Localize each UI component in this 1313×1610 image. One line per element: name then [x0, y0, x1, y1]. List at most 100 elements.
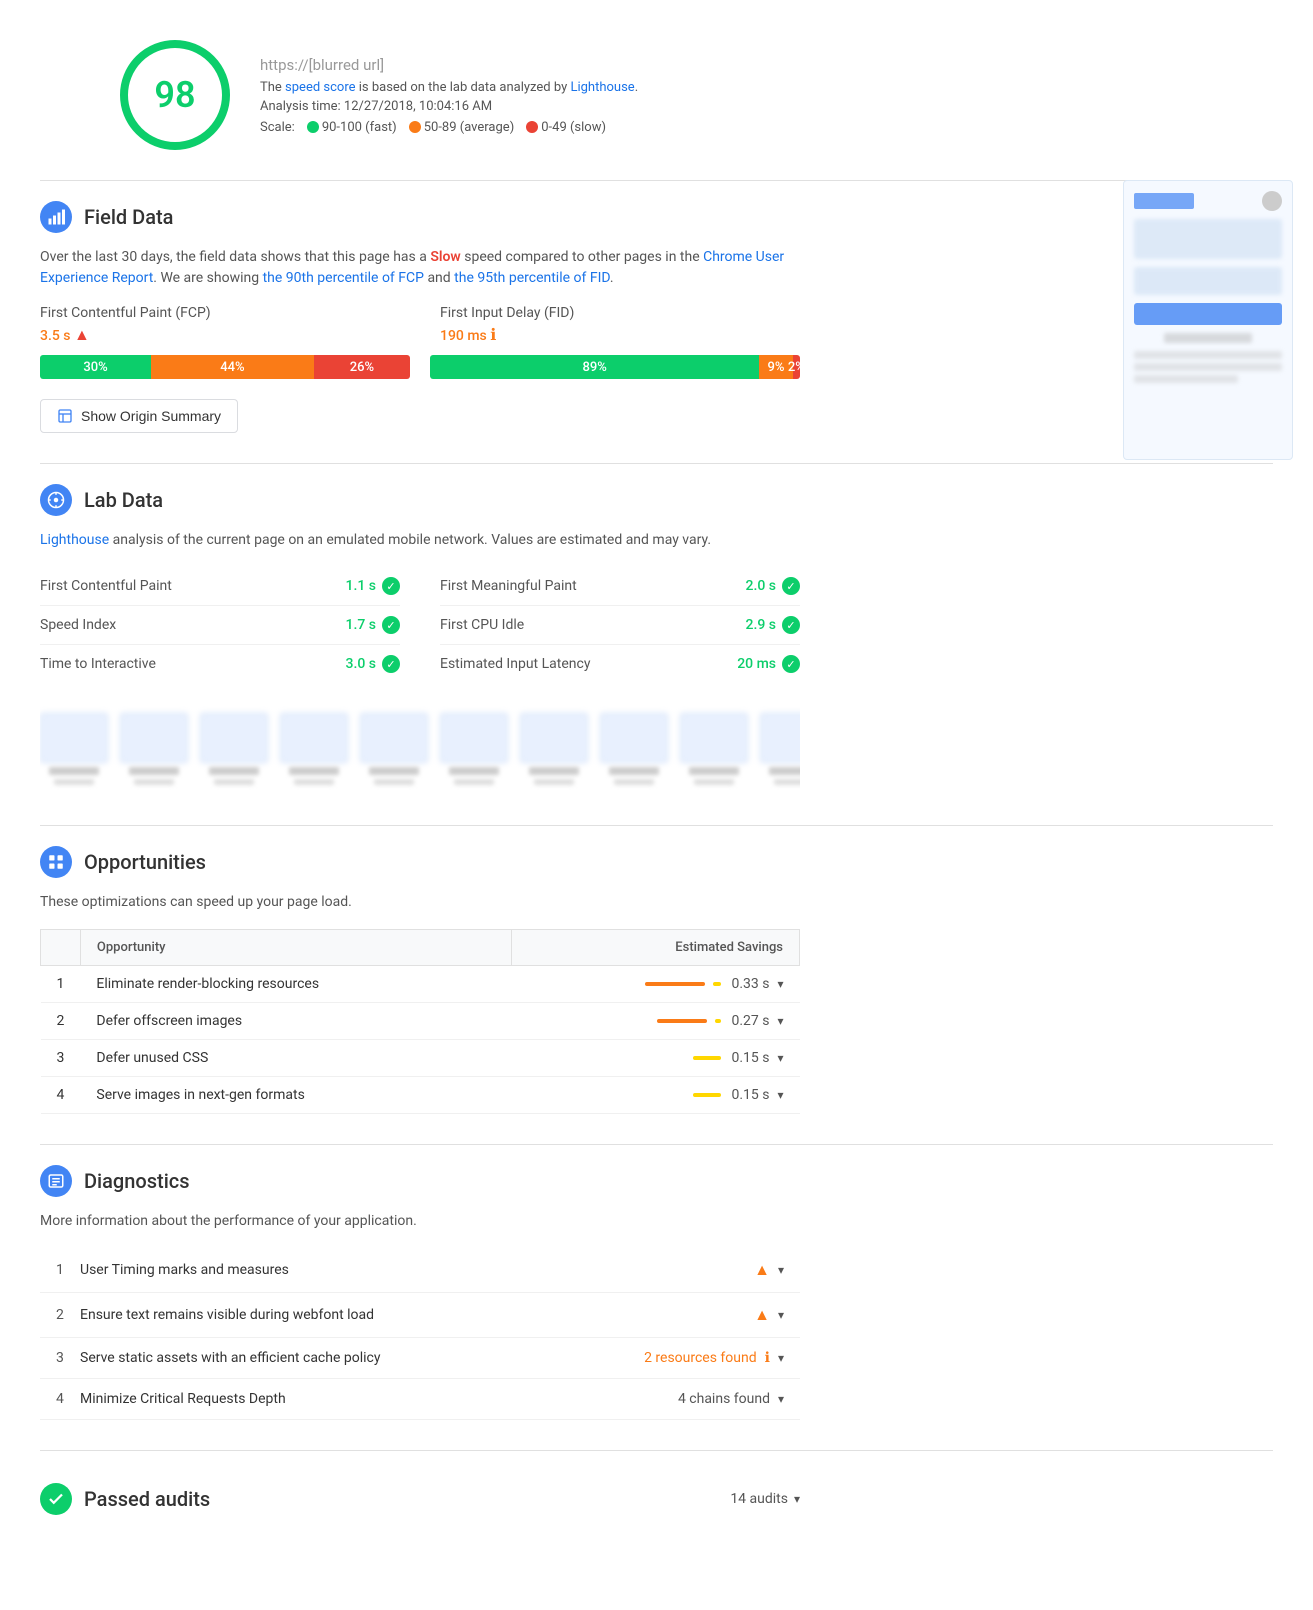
- opp-row-2: 2 Defer offscreen images 0.27 s ▾: [41, 1003, 800, 1040]
- diag-chevron-4[interactable]: ▾: [778, 1392, 784, 1406]
- fid-info-icon: ℹ: [490, 325, 496, 344]
- opportunities-desc: These optimizations can speed up your pa…: [40, 892, 800, 913]
- opp-chevron-4[interactable]: ▾: [777, 1088, 783, 1102]
- fid-value: 190 ms ℹ: [440, 325, 800, 344]
- lab-data-desc: Lighthouse analysis of the current page …: [40, 530, 800, 551]
- show-origin-button[interactable]: Show Origin Summary: [40, 399, 238, 433]
- opp-chevron-2[interactable]: ▾: [777, 1014, 783, 1028]
- opp-chevron-3[interactable]: ▾: [777, 1051, 783, 1065]
- diagnostics-desc: More information about the performance o…: [40, 1211, 800, 1232]
- lab-data-icon: [40, 484, 72, 516]
- diag-passed-divider: [40, 1450, 1273, 1451]
- field-data-icon: [40, 201, 72, 233]
- opp-bar-2: [657, 1019, 707, 1023]
- lab-fcp-label: First Contentful Paint: [40, 578, 172, 594]
- ad-button[interactable]: [1134, 303, 1282, 325]
- opp-label-1[interactable]: Eliminate render-blocking resources: [80, 966, 511, 1003]
- fid-bar-fast: 89%: [430, 355, 759, 379]
- lab-data-title: Lab Data: [84, 488, 163, 512]
- opp-label-3[interactable]: Defer unused CSS: [80, 1040, 511, 1077]
- opp-num-3: 3: [41, 1040, 81, 1077]
- passed-audits-title: Passed audits: [84, 1487, 210, 1511]
- lighthouse-link[interactable]: Lighthouse: [570, 80, 634, 95]
- diag-row-3[interactable]: 3 Serve static assets with an efficient …: [40, 1338, 800, 1379]
- thumbnail-5: [360, 713, 428, 785]
- fcp-percentile-link[interactable]: the 90th percentile of FCP: [263, 270, 424, 286]
- opp-label-4[interactable]: Serve images in next-gen formats: [80, 1077, 511, 1114]
- lab-eil-value: 20 ms ✓: [737, 655, 800, 673]
- lab-tti-value: 3.0 s ✓: [346, 655, 401, 673]
- opp-num-2: 2: [41, 1003, 81, 1040]
- lab-col-right: First Meaningful Paint 2.0 s ✓ First CPU…: [440, 567, 800, 683]
- diag-label-3: Serve static assets with an efficient ca…: [80, 1350, 644, 1366]
- ad-line-3: [1134, 375, 1238, 383]
- opp-bar-2b: [715, 1019, 721, 1023]
- lab-fmp-value: 2.0 s ✓: [746, 577, 801, 595]
- thumbnail-7: [520, 713, 588, 785]
- scale-slow: 0-49 (slow): [526, 120, 606, 135]
- lab-tti: Time to Interactive 3.0 s ✓: [40, 645, 400, 683]
- lab-fcp-value: 1.1 s ✓: [346, 577, 401, 595]
- diag-row-4[interactable]: 4 Minimize Critical Requests Depth 4 cha…: [40, 1379, 800, 1420]
- lab-fci-label: First CPU Idle: [440, 617, 524, 633]
- fid-progress-bar: 89% 9% 2%: [430, 355, 800, 379]
- diag-chevron-1[interactable]: ▾: [778, 1263, 784, 1277]
- diag-row-2[interactable]: 2 Ensure text remains visible during web…: [40, 1293, 800, 1338]
- opp-val-3: 0.15 s: [729, 1050, 769, 1066]
- opp-chevron-1[interactable]: ▾: [777, 977, 783, 991]
- opp-label-2[interactable]: Defer offscreen images: [80, 1003, 511, 1040]
- speed-score-link[interactable]: speed score: [285, 80, 355, 95]
- fcp-bar-avg: 44%: [151, 355, 314, 379]
- lab-eil-label: Estimated Input Latency: [440, 656, 590, 672]
- diag-row-1[interactable]: 1 User Timing marks and measures ▲ ▾: [40, 1248, 800, 1293]
- thumbnail-10: [760, 713, 800, 785]
- opportunities-header: Opportunities: [40, 846, 800, 878]
- passed-audits-chevron[interactable]: ▾: [794, 1492, 800, 1506]
- lab-fmp: First Meaningful Paint 2.0 s ✓: [440, 567, 800, 606]
- diag-label-2: Ensure text remains visible during webfo…: [80, 1307, 754, 1323]
- thumbnail-8: [600, 713, 668, 785]
- thumb-sublabel-5: [374, 779, 414, 785]
- diag-warning-icon-1: ▲: [754, 1260, 770, 1280]
- ad-text-1: [1134, 219, 1282, 259]
- thumb-label-2: [129, 767, 179, 775]
- fcp-value: 3.5 s ▲: [40, 325, 400, 345]
- opp-diag-divider: [40, 1144, 1273, 1145]
- lab-data-section: Lab Data Lighthouse analysis of the curr…: [40, 484, 800, 795]
- thumb-img-4: [280, 713, 348, 763]
- score-url: https://[blurred url]: [260, 56, 1273, 74]
- diag-chevron-2[interactable]: ▾: [778, 1308, 784, 1322]
- diag-chevron-3[interactable]: ▾: [778, 1351, 784, 1365]
- thumbnail-2: [120, 713, 188, 785]
- thumb-label-1: [49, 767, 99, 775]
- lab-speed-index: Speed Index 1.7 s ✓: [40, 606, 400, 645]
- lab-fci-value: 2.9 s ✓: [746, 616, 801, 634]
- lab-eil: Estimated Input Latency 20 ms ✓: [440, 645, 800, 683]
- scale-label: Scale:: [260, 120, 295, 135]
- opp-bar-4: [693, 1093, 721, 1097]
- passed-audits-header[interactable]: Passed audits 14 audits ▾: [40, 1471, 800, 1527]
- opp-savings-3: 0.15 s ▾: [512, 1040, 800, 1077]
- score-description: The speed score is based on the lab data…: [260, 80, 1273, 95]
- thumbnail-4: [280, 713, 348, 785]
- ad-close[interactable]: [1262, 191, 1282, 211]
- opp-bar-1b: [713, 982, 721, 986]
- avg-dot: [409, 121, 421, 133]
- fid-progress-group: 89% 9% 2%: [430, 355, 800, 383]
- lab-lighthouse-link[interactable]: Lighthouse: [40, 532, 109, 548]
- ad-lines: [1134, 351, 1282, 383]
- field-data-section: Field Data Over the last 30 days, the fi…: [40, 201, 800, 433]
- thumbnails-row: [40, 703, 800, 795]
- opp-val-2: 0.27 s: [729, 1013, 769, 1029]
- progress-bars: 30% 44% 26% 89% 9% 2%: [40, 355, 800, 383]
- opportunities-title: Opportunities: [84, 850, 206, 874]
- lab-fci-check: ✓: [782, 616, 800, 634]
- thumb-sublabel-9: [694, 779, 734, 785]
- fast-dot: [307, 121, 319, 133]
- field-lab-divider: [40, 463, 1273, 464]
- fid-bar-slow: 2%: [793, 355, 800, 379]
- fid-percentile-link[interactable]: the 95th percentile of FID: [454, 270, 610, 286]
- lab-opp-divider: [40, 825, 1273, 826]
- lab-tti-label: Time to Interactive: [40, 656, 156, 672]
- thumb-label-8: [609, 767, 659, 775]
